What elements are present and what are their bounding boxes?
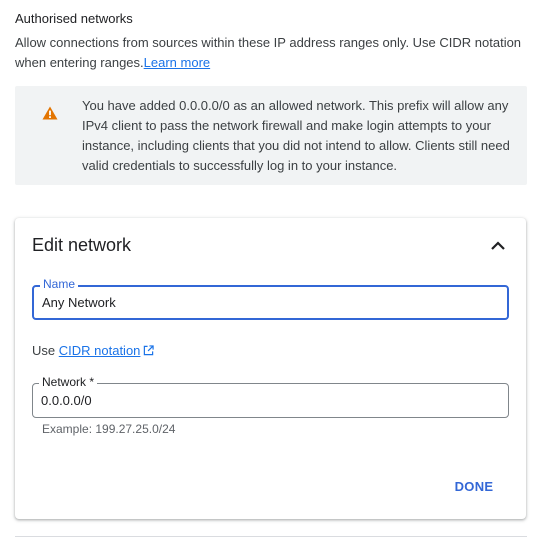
cidr-hint: Use CIDR notation <box>32 343 155 358</box>
description-text: Allow connections from sources within th… <box>15 35 522 70</box>
network-field[interactable]: Network * <box>32 375 509 418</box>
edit-network-title: Edit network <box>32 235 132 255</box>
warning-triangle-icon <box>42 106 58 120</box>
section-description: Allow connections from sources within th… <box>15 33 530 73</box>
edit-network-card: Edit network Name Use CIDR notation Netw… <box>15 218 526 519</box>
network-input[interactable] <box>41 384 496 417</box>
name-field[interactable]: Name <box>32 277 509 320</box>
network-helper-text: Example: 199.27.25.0/24 <box>42 422 176 436</box>
external-link-icon[interactable] <box>143 345 155 356</box>
cidr-notation-link[interactable]: CIDR notation <box>59 343 141 358</box>
warning-banner: You have added 0.0.0.0/0 as an allowed n… <box>15 86 527 185</box>
warning-text: You have added 0.0.0.0/0 as an allowed n… <box>82 98 510 173</box>
name-input[interactable] <box>42 287 497 318</box>
learn-more-link[interactable]: Learn more <box>144 55 210 70</box>
done-button[interactable]: DONE <box>445 474 503 498</box>
section-title: Authorised networks <box>15 11 133 26</box>
chevron-up-icon[interactable] <box>487 236 509 256</box>
cidr-hint-prefix: Use <box>32 343 56 358</box>
